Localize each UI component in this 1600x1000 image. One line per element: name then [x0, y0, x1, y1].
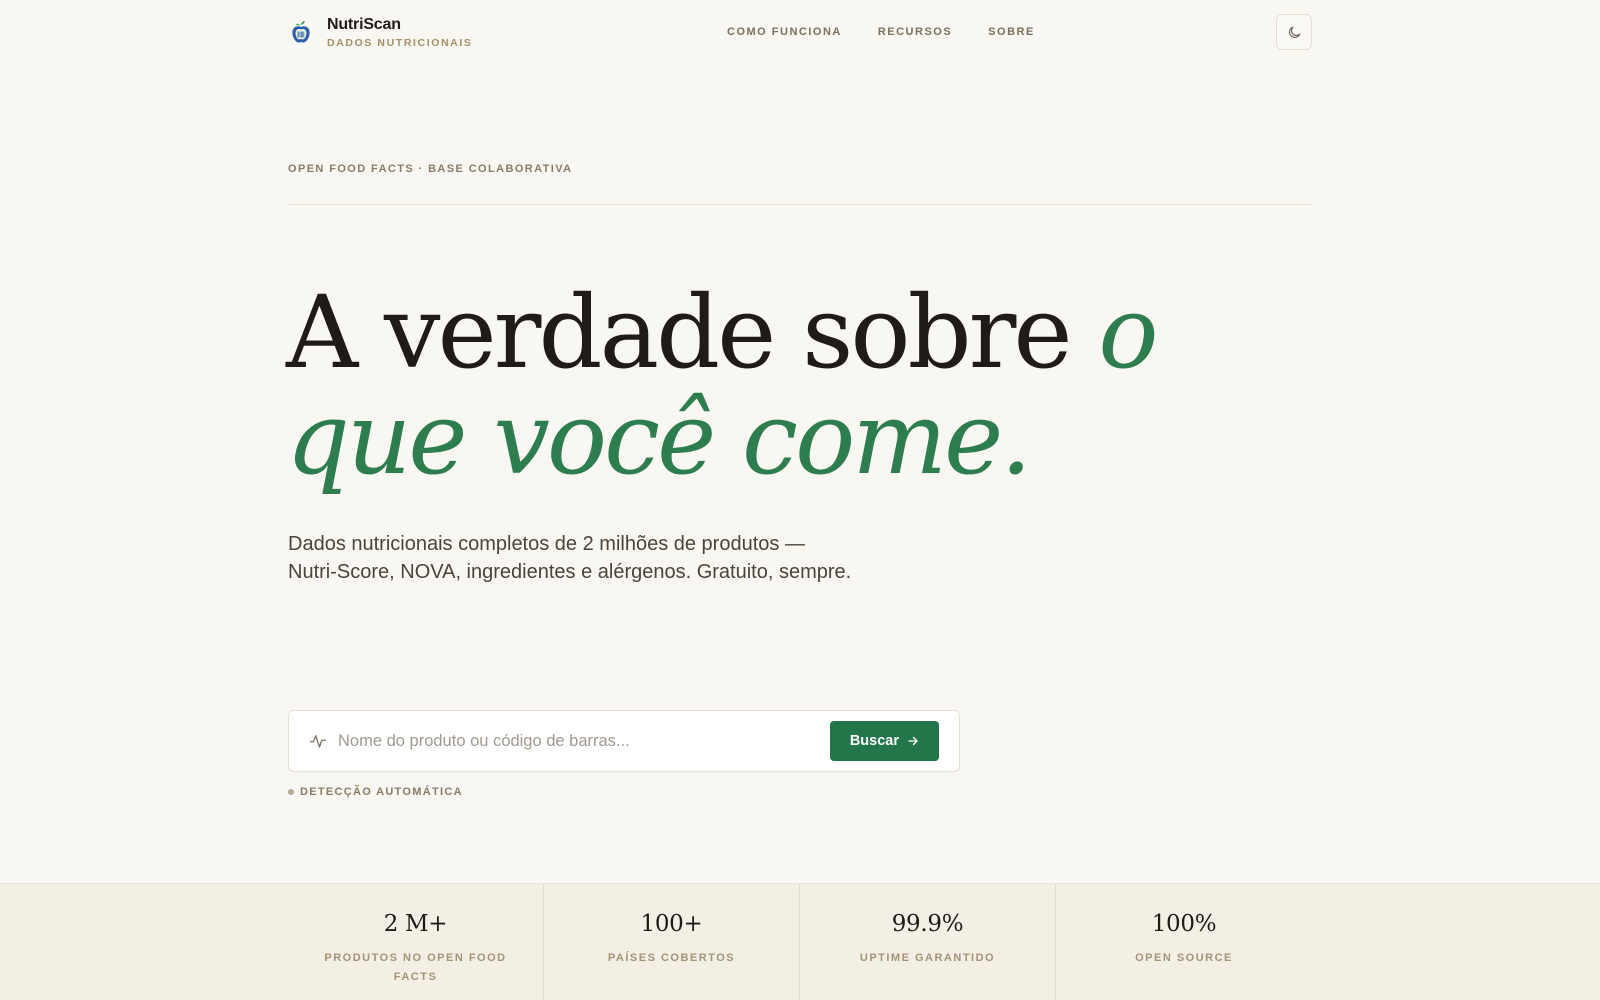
stat-label: UPTIME GARANTIDO	[859, 952, 996, 964]
search-input[interactable]	[338, 731, 830, 751]
activity-icon	[309, 735, 327, 748]
stat-label: PRODUTOS NO OPEN FOOD FACTS	[324, 952, 507, 983]
divider	[288, 204, 1312, 205]
stat-countries: 100+ PAÍSES COBERTOS	[544, 884, 800, 1000]
status-dot	[288, 789, 294, 795]
hero-description: Dados nutricionais completos de 2 milhõe…	[288, 533, 852, 583]
hero-title: A verdade sobre o que você come.	[286, 280, 1186, 492]
stat-uptime: 99.9% UPTIME GARANTIDO	[800, 884, 1056, 1000]
auto-detect-hint: DETECÇÃO AUTOMÁTICA	[288, 786, 463, 798]
main-nav: COMO FUNCIONA RECURSOS SOBRE	[727, 0, 1035, 64]
stat-value: 100%	[1151, 911, 1217, 937]
stats-inner: 2 M+ PRODUTOS NO OPEN FOOD FACTS 100+ PA…	[288, 884, 1312, 1000]
brand[interactable]: NutriScan DADOS NUTRICIONAIS	[288, 15, 472, 49]
hero-eyebrow: OPEN FOOD FACTS · BASE COLABORATIVA	[288, 163, 573, 175]
search-bar: Buscar	[288, 710, 960, 772]
brand-subtitle: DADOS NUTRICIONAIS	[327, 37, 473, 49]
nav-link-como-funciona[interactable]: COMO FUNCIONA	[727, 26, 842, 38]
hero-title-plain: A verdade sobre	[286, 274, 1073, 391]
stat-label: OPEN SOURCE	[1135, 952, 1233, 964]
moon-icon	[1288, 26, 1300, 38]
stat-products: 2 M+ PRODUTOS NO OPEN FOOD FACTS	[288, 884, 544, 1000]
search-button[interactable]: Buscar	[829, 721, 939, 761]
apple-icon	[292, 20, 310, 43]
hero-title-accent-line2: que você come.	[286, 380, 1032, 497]
brand-text: NutriScan DADOS NUTRICIONAIS	[327, 15, 472, 49]
nav-link-recursos[interactable]: RECURSOS	[878, 26, 952, 38]
hero-title-accent: o	[1098, 274, 1158, 391]
theme-toggle-button[interactable]	[1276, 14, 1312, 50]
auto-detect-label: DETECÇÃO AUTOMÁTICA	[300, 786, 463, 798]
page: NutriScan DADOS NUTRICIONAIS COMO FUNCIO…	[0, 0, 1600, 1000]
stats-bar: 2 M+ PRODUTOS NO OPEN FOOD FACTS 100+ PA…	[0, 883, 1600, 1000]
brand-name: NutriScan	[327, 16, 401, 33]
search-button-label: Buscar	[849, 733, 899, 749]
header: NutriScan DADOS NUTRICIONAIS COMO FUNCIO…	[288, 0, 1312, 64]
stat-value: 100+	[640, 911, 703, 937]
stat-label: PAÍSES COBERTOS	[607, 952, 736, 964]
stat-value: 99.9%	[891, 911, 964, 937]
stat-open-source: 100% OPEN SOURCE	[1056, 884, 1312, 1000]
nav-link-sobre[interactable]: SOBRE	[988, 26, 1035, 38]
arrow-right-icon	[908, 736, 918, 746]
stat-value: 2 M+	[383, 911, 448, 937]
